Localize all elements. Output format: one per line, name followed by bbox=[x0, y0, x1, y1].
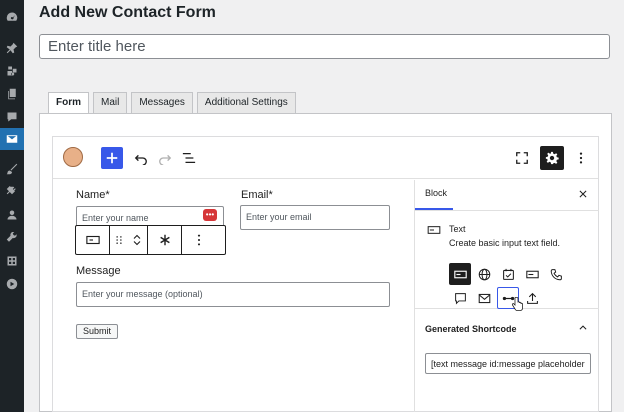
block-name: Text bbox=[449, 224, 466, 234]
text-field-icon bbox=[453, 270, 467, 278]
comment-icon bbox=[454, 292, 466, 305]
variation-email[interactable] bbox=[473, 287, 495, 309]
fullscreen-button[interactable] bbox=[513, 149, 531, 167]
fullscreen-icon bbox=[516, 152, 528, 164]
sidebar-tab-bar: Block bbox=[415, 180, 599, 211]
pin-icon[interactable] bbox=[0, 37, 24, 59]
globe-icon bbox=[478, 268, 490, 280]
editor-toolbar bbox=[53, 137, 598, 179]
message-label: Message bbox=[76, 265, 121, 277]
cursor-hand-icon bbox=[511, 297, 523, 311]
options-button[interactable] bbox=[572, 149, 590, 167]
tools-icon[interactable] bbox=[0, 227, 24, 249]
redo-button[interactable] bbox=[156, 149, 174, 167]
required-toggle-button[interactable] bbox=[148, 226, 182, 254]
undo-icon bbox=[134, 154, 147, 165]
form-tabs: Form Mail Messages Additional Settings bbox=[48, 92, 300, 116]
email-field[interactable]: Enter your email bbox=[240, 205, 390, 230]
tab-messages[interactable]: Messages bbox=[131, 92, 193, 114]
add-block-button[interactable] bbox=[101, 147, 123, 169]
email-label: Email* bbox=[241, 189, 273, 201]
asterisk-icon bbox=[159, 234, 170, 246]
variation-number[interactable] bbox=[521, 263, 543, 285]
text-field-icon bbox=[85, 235, 100, 245]
collapse-shortcode-button[interactable] bbox=[575, 320, 591, 336]
tab-mail[interactable]: Mail bbox=[93, 92, 128, 114]
variation-tel[interactable] bbox=[545, 263, 567, 285]
block-settings-sidebar: Block Text Create basic input text field… bbox=[414, 180, 599, 412]
autofill-badge: ••• bbox=[203, 209, 217, 221]
plugins-icon[interactable] bbox=[0, 181, 24, 203]
block-type-button[interactable] bbox=[76, 226, 110, 254]
calendar-icon bbox=[502, 268, 514, 280]
variation-text[interactable] bbox=[449, 263, 471, 285]
submit-button[interactable]: Submit bbox=[76, 324, 118, 339]
name-label: Name* bbox=[76, 189, 110, 201]
pages-icon[interactable] bbox=[0, 83, 24, 105]
settings-icon[interactable] bbox=[0, 250, 24, 272]
users-icon[interactable] bbox=[0, 204, 24, 226]
variation-date[interactable] bbox=[497, 263, 519, 285]
dashboard-icon[interactable] bbox=[0, 6, 24, 28]
variation-file[interactable] bbox=[521, 287, 543, 309]
tab-additional-settings[interactable]: Additional Settings bbox=[196, 92, 296, 114]
active-tab-indicator bbox=[415, 208, 453, 210]
message-field[interactable]: Enter your message (optional) bbox=[76, 282, 390, 307]
appearance-icon[interactable] bbox=[0, 158, 24, 180]
shortcode-input[interactable] bbox=[425, 353, 591, 374]
envelope-icon[interactable] bbox=[0, 128, 24, 150]
input-icon bbox=[525, 270, 539, 278]
admin-sidebar bbox=[0, 0, 24, 412]
play-icon[interactable] bbox=[0, 273, 24, 295]
redo-icon bbox=[159, 154, 172, 165]
editor-canvas: Name* Enter your name ••• Email* Enter y… bbox=[53, 180, 414, 412]
kebab-icon bbox=[579, 152, 583, 164]
block-toolbar bbox=[75, 225, 226, 255]
plus-icon bbox=[106, 152, 118, 164]
list-view-button[interactable] bbox=[180, 149, 198, 167]
page-title: Add New Contact Form bbox=[39, 4, 216, 21]
text-field-icon bbox=[427, 226, 441, 234]
phone-icon bbox=[550, 268, 562, 280]
close-sidebar-button[interactable] bbox=[575, 186, 591, 202]
block-description: Create basic input text field. bbox=[449, 238, 561, 248]
list-view-icon bbox=[182, 152, 196, 164]
drag-move-control[interactable] bbox=[110, 226, 148, 254]
close-icon bbox=[579, 190, 587, 198]
settings-button[interactable] bbox=[540, 146, 564, 170]
comments-icon[interactable] bbox=[0, 106, 24, 128]
drag-handle-icon bbox=[116, 236, 122, 244]
shortcode-title: Generated Shortcode bbox=[425, 324, 517, 334]
envelope-icon bbox=[478, 293, 490, 303]
gear-icon bbox=[545, 151, 559, 165]
title-input[interactable] bbox=[39, 34, 610, 59]
move-up-down-icon bbox=[133, 234, 141, 246]
block-editor: Name* Enter your name ••• Email* Enter y… bbox=[52, 136, 599, 412]
chevron-up-icon bbox=[579, 325, 587, 330]
avatar[interactable] bbox=[63, 147, 83, 167]
shortcode-panel: Generated Shortcode bbox=[415, 310, 599, 410]
variation-textarea[interactable] bbox=[449, 287, 471, 309]
undo-button[interactable] bbox=[132, 149, 150, 167]
variation-url[interactable] bbox=[473, 263, 495, 285]
upload-icon bbox=[526, 292, 538, 304]
block-options-button[interactable] bbox=[182, 226, 215, 254]
tab-block[interactable]: Block bbox=[425, 188, 447, 198]
kebab-icon bbox=[197, 234, 200, 246]
block-card: Text Create basic input text field. bbox=[415, 211, 599, 311]
media-icon[interactable] bbox=[0, 60, 24, 82]
